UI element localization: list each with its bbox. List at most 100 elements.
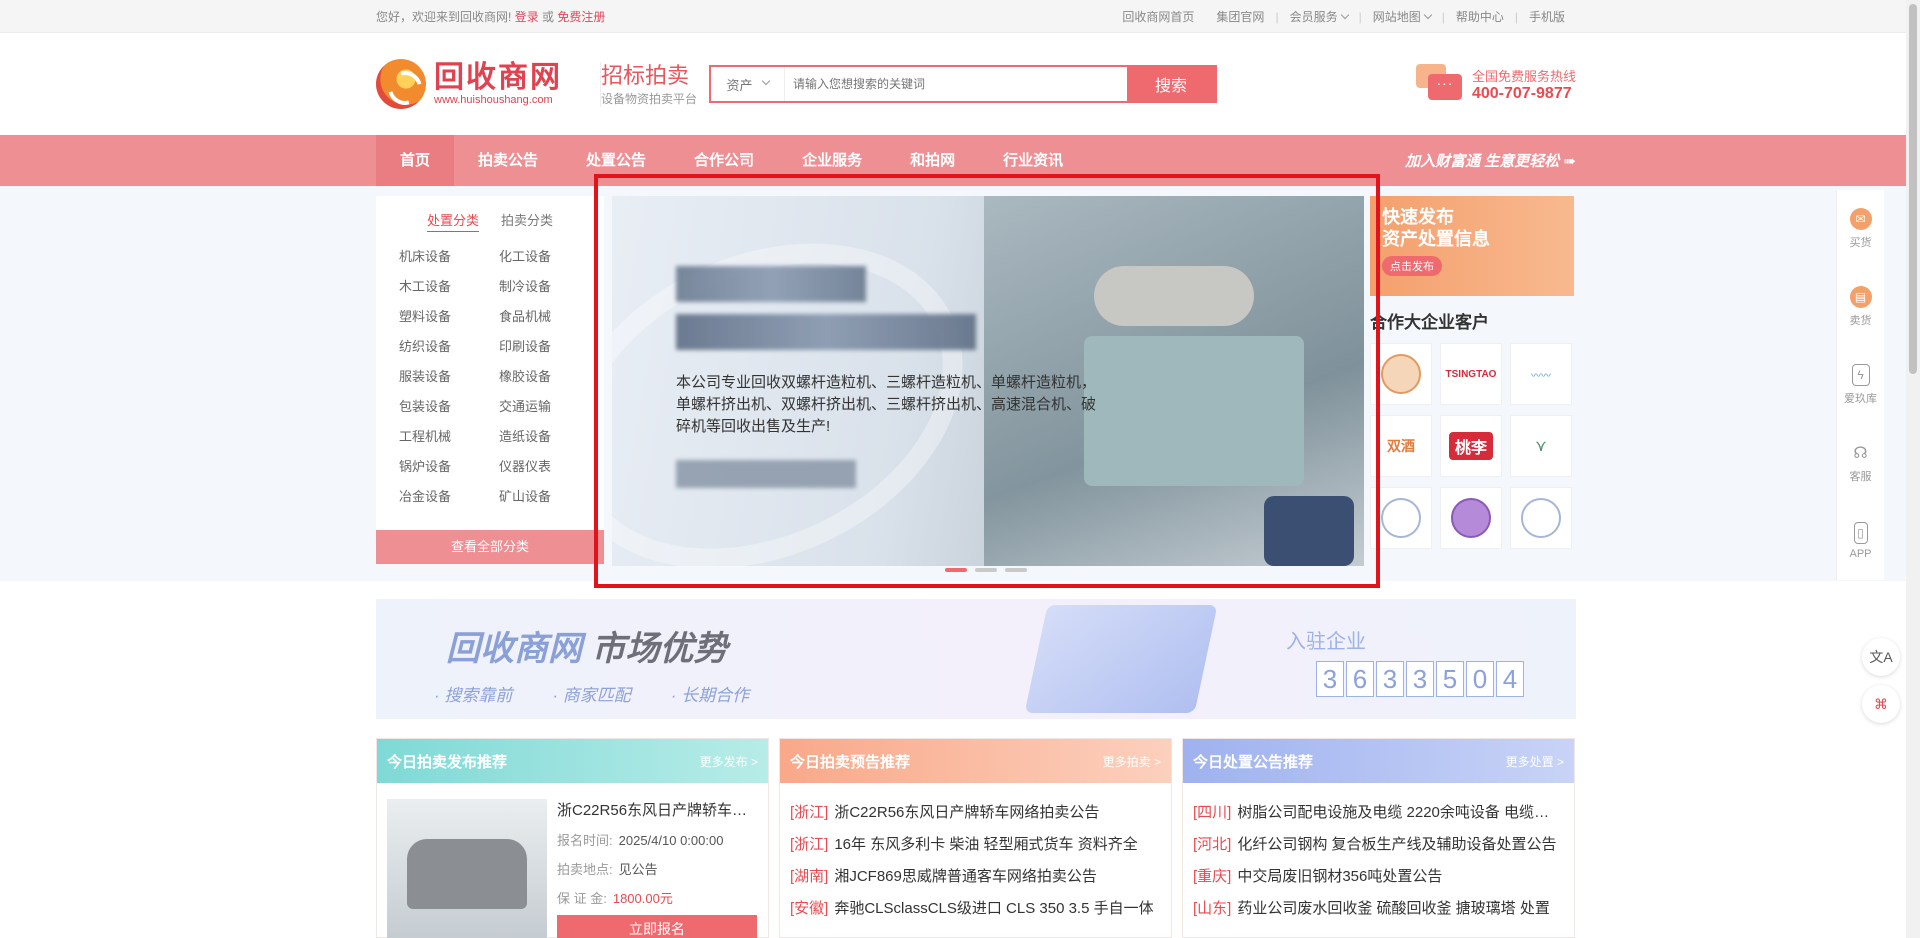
more-auctions-link[interactable]: 更多拍卖 >: [1103, 753, 1161, 770]
slider-dot[interactable]: [975, 568, 997, 572]
login-link[interactable]: 登录: [515, 10, 539, 24]
category-item[interactable]: 包装设备: [399, 398, 499, 416]
search-input[interactable]: [785, 67, 1128, 101]
list-item[interactable]: [浙江] 16年 东风多利卡 柴油 轻型厢式货车 资料齐全: [790, 829, 1161, 861]
recommendation-cards: 今日拍卖发布推荐 更多发布 > 浙C22R56东风日产牌轿车网络拍卖公告 报名时…: [376, 738, 1576, 938]
slider-dot[interactable]: [1005, 568, 1027, 572]
scrollbar[interactable]: [1906, 0, 1920, 938]
slogan: 招标拍卖 设备物资拍卖平台: [600, 61, 698, 107]
category-tabs: 处置分类 拍卖分类: [376, 196, 604, 232]
slogan-subtitle: 设备物资拍卖平台: [601, 91, 698, 106]
nav-item-partners[interactable]: 合作公司: [670, 135, 778, 186]
partner-logo[interactable]: [1370, 487, 1432, 549]
top-link-mobile[interactable]: 手机版: [1518, 8, 1576, 25]
category-item[interactable]: 造纸设备: [499, 428, 599, 446]
top-link-home[interactable]: 回收商网首页: [1111, 8, 1205, 25]
category-item[interactable]: 塑料设备: [399, 308, 499, 326]
list-item[interactable]: [重庆] 中交局废旧钢材356吨处置公告: [1193, 861, 1564, 893]
category-item[interactable]: 仪器仪表: [499, 458, 599, 476]
register-link[interactable]: 免费注册: [557, 10, 605, 24]
category-item[interactable]: 交通运输: [499, 398, 599, 416]
deposit-value: 1800.00元: [612, 891, 673, 906]
category-item[interactable]: 工程机械: [399, 428, 499, 446]
list-item[interactable]: [湖南] 湘JCF869思威牌普通客车网络拍卖公告: [790, 861, 1161, 893]
toolbar-label: 卖货: [1849, 315, 1872, 327]
list-item-text: 树脂公司配电设施及电缆 2220余吨设备 电缆处置: [1237, 804, 1564, 821]
category-item[interactable]: 锅炉设备: [399, 458, 499, 476]
list-item[interactable]: [河北] 化纤公司钢构 复合板生产线及辅助设备处置公告: [1193, 829, 1564, 861]
category-item[interactable]: 橡胶设备: [499, 368, 599, 386]
top-link-member[interactable]: 会员服务: [1279, 8, 1359, 25]
disposal-list: [四川] 树脂公司配电设施及电缆 2220余吨设备 电缆处置 [河北] 化纤公司钢构…: [1183, 783, 1574, 938]
list-item-text: 湘JCF869思威牌普通客车网络拍卖公告: [834, 868, 1097, 885]
partner-logo[interactable]: [1440, 487, 1502, 549]
top-link-sitemap[interactable]: 网站地图: [1362, 8, 1442, 25]
translate-icon[interactable]: 文A: [1862, 638, 1900, 676]
nav-item-auction[interactable]: 拍卖公告: [454, 135, 562, 186]
nav-item-hepai[interactable]: 和拍网: [886, 135, 979, 186]
scrollbar-thumb[interactable]: [1909, 4, 1917, 374]
category-item[interactable]: 制冷设备: [499, 278, 599, 296]
view-all-categories-button[interactable]: 查看全部分类: [376, 530, 604, 564]
card-title: 今日拍卖发布推荐: [387, 753, 508, 771]
category-item[interactable]: 食品机械: [499, 308, 599, 326]
toolbar-label: 客服: [1849, 471, 1872, 483]
machinery-image: [1084, 336, 1304, 486]
category-item[interactable]: 机床设备: [399, 248, 499, 266]
category-item[interactable]: 矿山设备: [499, 488, 599, 506]
toolbar-sell[interactable]: ▤ 卖货: [1837, 268, 1884, 346]
toolbar-aijiuku[interactable]: ϟ 爱玖库: [1837, 346, 1884, 424]
partner-logo-shuangjiu[interactable]: 双酒: [1370, 415, 1432, 477]
toolbar-app[interactable]: ▯ APP: [1837, 502, 1884, 580]
top-link-help[interactable]: 帮助中心: [1445, 8, 1515, 25]
market-tags: · 搜索靠前 · 商家匹配 · 长期合作: [434, 681, 749, 706]
partner-logo[interactable]: ⋎: [1510, 415, 1572, 477]
list-item-text: 奔驰CLSclassCLS级进口 CLS 350 3.5 手自一体: [834, 900, 1154, 917]
category-item[interactable]: 木工设备: [399, 278, 499, 296]
publish-promo-banner[interactable]: 快速发布 资产处置信息 点击发布: [1370, 196, 1574, 296]
list-item[interactable]: [安徽] 奔驰CLSclassCLS级进口 CLS 350 3.5 手自一体: [790, 893, 1161, 925]
category-item[interactable]: 化工设备: [499, 248, 599, 266]
toolbar-service[interactable]: ☊ 客服: [1837, 424, 1884, 502]
logo-text: 回收商网 www.huishoushang.com: [434, 62, 562, 107]
list-item[interactable]: [浙江] 浙C22R56东风日产牌轿车网络拍卖公告: [790, 797, 1161, 829]
search-button[interactable]: 搜索: [1127, 67, 1216, 101]
list-item[interactable]: [四川] 树脂公司配电设施及电缆 2220余吨设备 电缆处置: [1193, 797, 1564, 829]
top-links: 回收商网首页 集团官网 | 会员服务 | 网站地图 | 帮助中心 | 手机版: [1111, 8, 1576, 25]
list-item[interactable]: [山东] 药业公司废水回收釜 硫酸回收釜 搪玻璃塔 处置: [1193, 893, 1564, 925]
tab-auction-category[interactable]: 拍卖分类: [501, 210, 553, 232]
partner-logo[interactable]: [1510, 487, 1572, 549]
category-item[interactable]: 印刷设备: [499, 338, 599, 356]
banner-slider[interactable]: 本公司专业回收双螺杆造粒机、三螺杆造粒机、单螺杆造粒机，单螺杆挤出机、双螺杆挤出…: [612, 196, 1364, 566]
category-item[interactable]: 服装设备: [399, 368, 499, 386]
category-item[interactable]: 纺织设备: [399, 338, 499, 356]
nav-item-disposal[interactable]: 处置公告: [562, 135, 670, 186]
nav-item-services[interactable]: 企业服务: [778, 135, 886, 186]
more-releases-link[interactable]: 更多发布 >: [700, 753, 758, 770]
partner-logo-taoli[interactable]: 桃李: [1440, 415, 1502, 477]
partner-logo-tsingtao[interactable]: TSINGTAO: [1440, 343, 1502, 405]
tab-disposal-category[interactable]: 处置分类: [426, 210, 479, 232]
search-type-select[interactable]: 资产: [711, 67, 786, 101]
partner-logo[interactable]: [1370, 343, 1432, 405]
blurred-contact-button[interactable]: [676, 460, 856, 488]
top-link-group[interactable]: 集团官网: [1205, 8, 1275, 25]
partner-logo[interactable]: 〰〰: [1510, 343, 1572, 405]
enterprise-count-label: 入驻企业: [1286, 631, 1366, 653]
network-icon[interactable]: ⌘: [1862, 685, 1900, 723]
slider-dot[interactable]: [945, 568, 967, 572]
location-row: 拍卖地点: 见公告: [557, 859, 758, 878]
nav-item-home[interactable]: 首页: [376, 135, 455, 186]
site-logo[interactable]: 回收商网 www.huishoushang.com: [376, 59, 600, 109]
signup-button[interactable]: 立即报名: [557, 915, 757, 938]
toolbar-buy[interactable]: ✉ 买货: [1837, 190, 1884, 268]
more-disposal-link[interactable]: 更多处置 >: [1506, 753, 1564, 770]
or-text: 或: [542, 10, 555, 24]
nav-item-news[interactable]: 行业资讯: [979, 135, 1087, 186]
category-item[interactable]: 冶金设备: [399, 488, 499, 506]
card-title: 今日处置公告推荐: [1193, 753, 1314, 771]
car-thumbnail[interactable]: [387, 799, 547, 938]
nav-join-slogan[interactable]: 加入财富通 生意更轻松 ➠: [1405, 150, 1576, 171]
featured-auction-title[interactable]: 浙C22R56东风日产牌轿车网络拍卖公告: [557, 799, 757, 820]
publish-button[interactable]: 点击发布: [1382, 256, 1442, 276]
